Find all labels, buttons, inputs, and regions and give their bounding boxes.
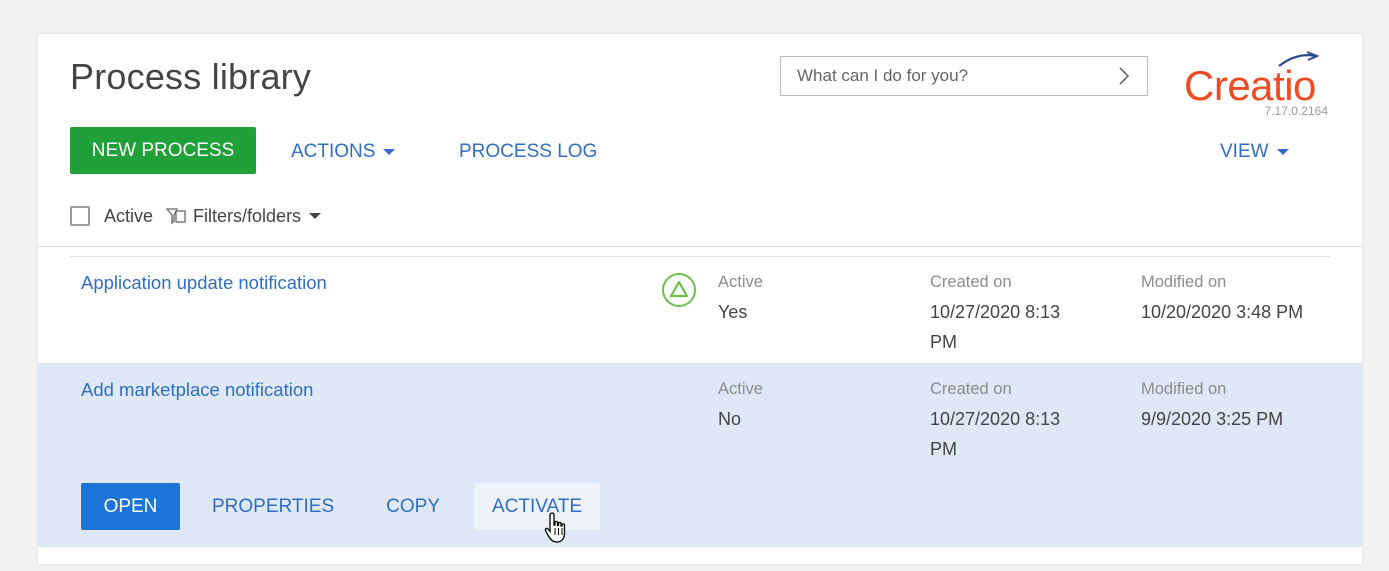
active-triangle-icon <box>662 273 696 307</box>
active-field-value: No <box>718 409 742 429</box>
actions-label: ACTIONS <box>291 141 376 162</box>
active-filter-label: Active <box>104 205 154 226</box>
created-on-label: Created on <box>930 273 1012 291</box>
command-line[interactable] <box>780 56 1148 96</box>
caret-down-icon <box>1276 149 1289 155</box>
process-log-button[interactable]: PROCESS LOG <box>459 141 597 163</box>
process-log-label: PROCESS LOG <box>459 141 598 162</box>
filters-row: Active Filters/folders <box>70 202 322 230</box>
created-on-value-line2: PM <box>930 332 957 352</box>
copy-button[interactable]: COPY <box>360 483 466 530</box>
active-field-value: Yes <box>718 302 748 322</box>
active-field-label: Active <box>718 380 763 398</box>
view-menu-button[interactable]: VIEW <box>1220 141 1289 163</box>
modified-on-label: Modified on <box>1141 380 1227 398</box>
page-title: Process library <box>70 56 312 97</box>
creatio-logo: Creatio <box>1181 48 1331 109</box>
table-row[interactable]: Application update notification Active Y… <box>38 247 1362 363</box>
created-on-label: Created on <box>930 380 1012 398</box>
version-label: 7.17.0.2164 <box>1264 104 1328 118</box>
view-label: VIEW <box>1220 141 1269 162</box>
active-field-label: Active <box>718 273 763 291</box>
active-checkbox[interactable] <box>70 206 90 226</box>
hand-pointer-cursor-icon <box>544 512 566 543</box>
filter-folder-icon[interactable] <box>165 206 187 226</box>
logo-text: Creatio <box>1184 62 1316 109</box>
created-on-value: 10/27/2020 8:13 PM <box>930 297 1060 357</box>
activate-button[interactable]: ACTIVATE <box>474 483 601 530</box>
open-button[interactable]: OPEN <box>81 483 180 530</box>
caret-down-icon <box>383 149 396 155</box>
filters-folders-menu[interactable]: Filters/folders <box>193 205 322 227</box>
created-on-value: 10/27/2020 8:13 PM <box>930 404 1060 464</box>
row-actions: OPEN PROPERTIES COPY ACTIVATE <box>81 483 601 530</box>
actions-menu-button[interactable]: ACTIONS <box>291 141 396 163</box>
modified-on-value: 9/9/2020 3:25 PM <box>1141 409 1284 429</box>
process-library-panel: Process library Creatio 7.17.0.2164 NEW … <box>37 33 1363 565</box>
created-on-value-line1: 10/27/2020 8:13 <box>930 409 1061 429</box>
process-name-link[interactable]: Application update notification <box>81 272 327 294</box>
modified-on-label: Modified on <box>1141 273 1227 291</box>
chevron-right-icon[interactable] <box>1115 66 1133 86</box>
created-on-value-line2: PM <box>930 439 957 459</box>
created-on-value-line1: 10/27/2020 8:13 <box>930 302 1061 322</box>
properties-button[interactable]: PROPERTIES <box>180 483 360 530</box>
filters-folders-label: Filters/folders <box>193 205 302 226</box>
command-line-input[interactable] <box>781 57 1101 95</box>
modified-on-value: 10/20/2020 3:48 PM <box>1141 302 1304 322</box>
caret-down-icon <box>309 213 322 219</box>
row-separator <box>70 256 1330 257</box>
process-name-link[interactable]: Add marketplace notification <box>81 379 313 401</box>
new-process-button[interactable]: NEW PROCESS <box>70 127 256 174</box>
table-row-selected[interactable]: Add marketplace notification Active No C… <box>38 363 1362 547</box>
